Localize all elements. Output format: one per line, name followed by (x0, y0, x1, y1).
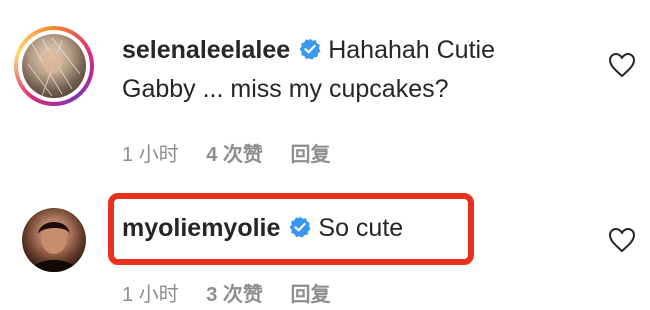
avatar-photo (22, 34, 86, 98)
comment-line-1: selenaleelalee Hahahah Cutie (122, 36, 495, 66)
avatar[interactable] (14, 26, 94, 106)
avatar-photo (30, 222, 78, 272)
comment-text-continued: Gabby ... miss my cupcakes? (122, 75, 449, 103)
avatar[interactable] (22, 208, 86, 272)
like-count[interactable]: 4 次赞 (206, 138, 263, 167)
comment-text: So cute (318, 214, 404, 242)
comment-text: Hahahah Cutie (328, 36, 495, 64)
heart-outline-icon[interactable] (608, 52, 636, 78)
reply-button[interactable]: 回复 (291, 138, 331, 167)
comment-username[interactable]: myoliemyolie (122, 214, 280, 242)
comment-line-1: myoliemyolie So cute (122, 214, 403, 244)
like-count[interactable]: 3 次赞 (206, 278, 263, 307)
comment-meta: 1 小时 4 次赞 回复 (122, 138, 331, 167)
comment-username[interactable]: selenaleelalee (122, 36, 290, 64)
comment-meta: 1 小时 3 次赞 回复 (122, 278, 331, 307)
comment-timestamp[interactable]: 1 小时 (122, 278, 179, 307)
comment-timestamp[interactable]: 1 小时 (122, 138, 179, 167)
avatar-hair-lines (27, 37, 81, 97)
verified-badge-icon (298, 37, 322, 66)
reply-button[interactable]: 回复 (291, 278, 331, 307)
verified-badge-icon (288, 215, 312, 244)
heart-outline-icon[interactable] (608, 227, 636, 253)
